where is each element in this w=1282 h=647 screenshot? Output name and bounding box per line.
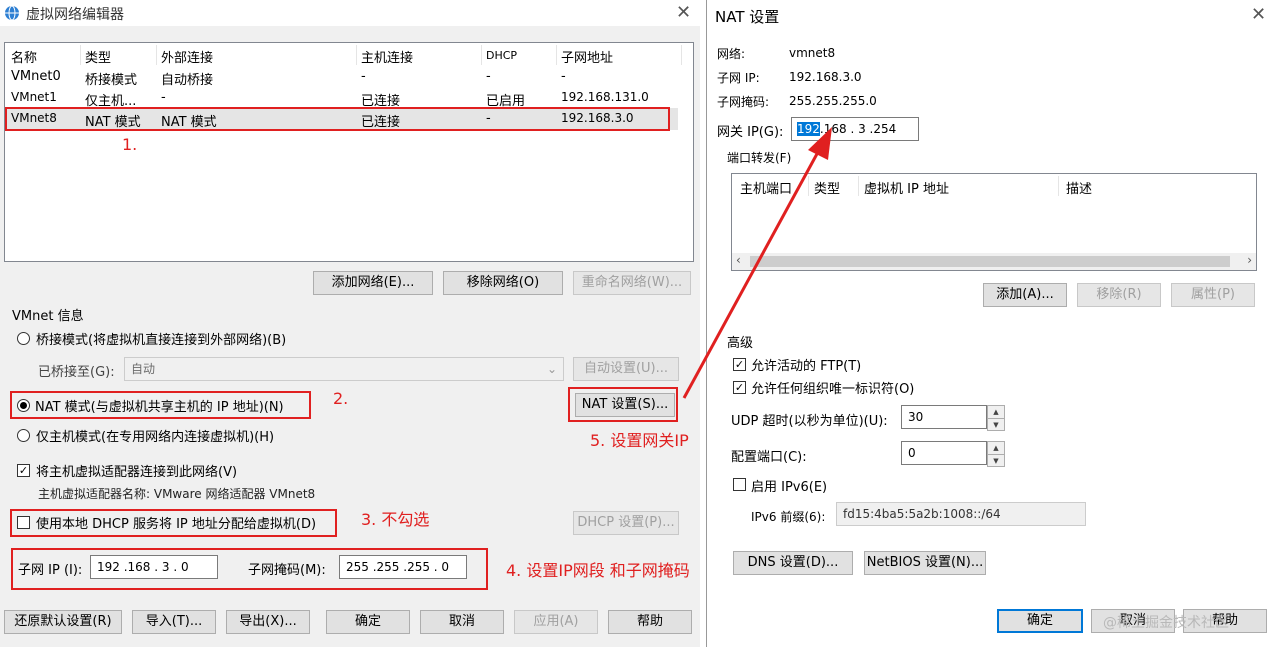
annotation-arrow (682, 127, 832, 399)
